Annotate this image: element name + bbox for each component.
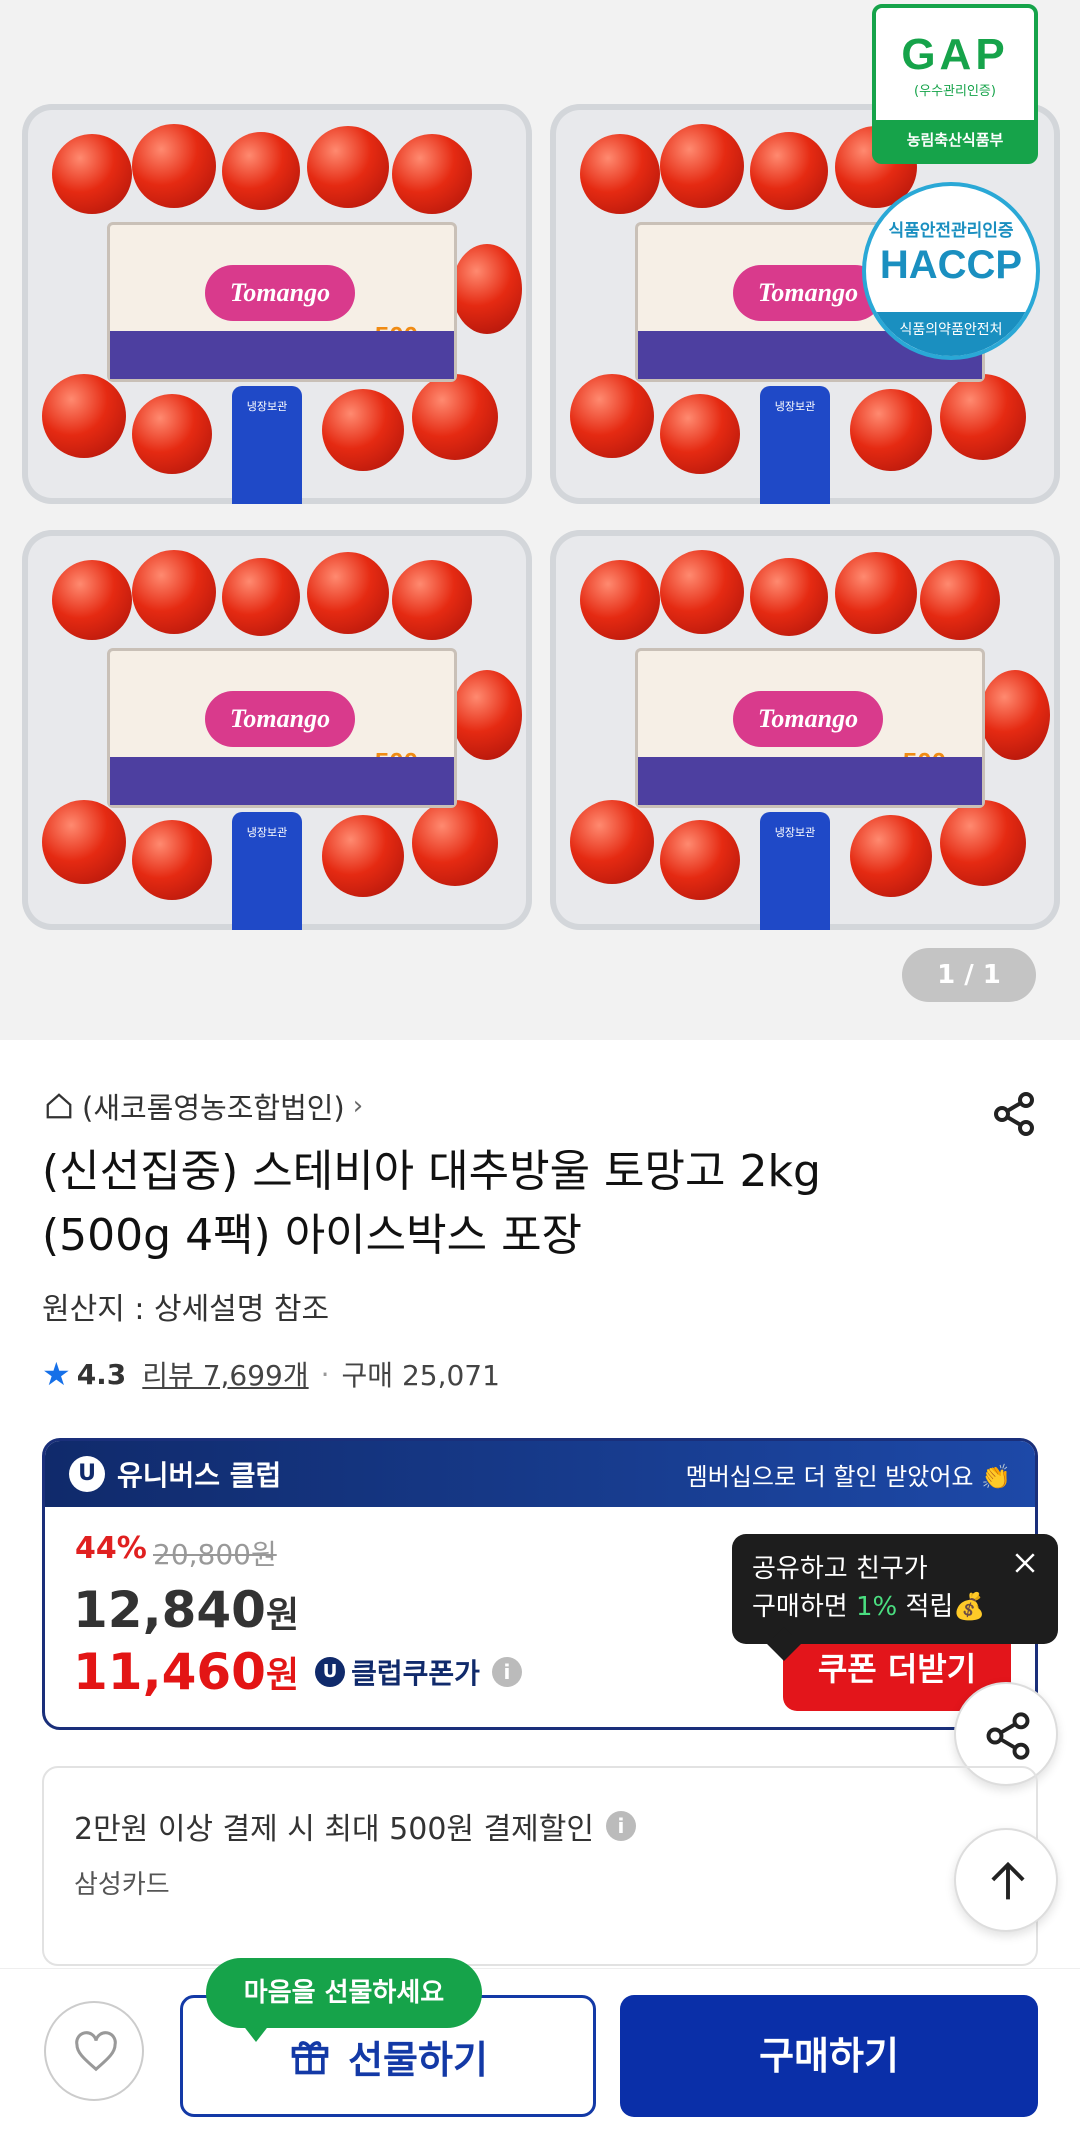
close-icon[interactable] [1010,1548,1040,1578]
gap-certification-badge: GAP (우수관리인증) 농림축산식품부 [872,4,1038,164]
gift-icon [291,2041,329,2075]
product-image-gallery[interactable]: Tomango500g 냉장보관 Tomango500g 냉장보관 Tomang… [0,0,1080,1040]
discount-rate: 44% [75,1531,147,1566]
rating-row: ★ 4.3 리뷰 7,699개 · 구매 25,071 [42,1354,500,1394]
gift-promo-bubble: 마음을 선물하세요 [206,1958,482,2042]
club-message: 멤버십으로 더 할인 받았어요 👏 [685,1462,1011,1491]
share-icon[interactable] [990,1090,1038,1138]
wishlist-button[interactable] [44,2001,144,2101]
club-header: U 유니버스 클럽 멤버십으로 더 할인 받았어요 👏 [45,1441,1035,1507]
separator-dot: · [320,1357,330,1391]
product-image-pack-4: Tomango500g 냉장보관 [550,530,1060,930]
heart-icon [75,2031,117,2072]
payment-discount-title: 2만원 이상 결제 시 최대 500원 결제할인 i [74,1804,636,1848]
info-icon[interactable]: i [491,1657,522,1687]
rating-score: 4.3 [76,1357,127,1391]
coupon-price-label: 클럽쿠폰가 [351,1657,480,1690]
universe-club-icon: U [69,1456,105,1492]
seller-link[interactable]: (새코롬영농조합법인) › [44,1086,363,1126]
payment-discount-card[interactable]: 2만원 이상 결제 시 최대 500원 결제할인i 삼성카드 › [42,1766,1038,1966]
bottom-action-bar: 선물하기 구매하기 [0,1968,1080,2142]
scroll-top-button[interactable] [954,1828,1058,1932]
buy-button[interactable]: 구매하기 [620,1995,1038,2117]
payment-card-name: 삼성카드 [74,1870,170,1900]
club-name: 유니버스 클럽 [117,1459,282,1492]
club-icon: U [315,1657,346,1687]
star-icon: ★ [42,1355,71,1393]
info-icon[interactable]: i [605,1811,636,1841]
review-link[interactable]: 리뷰 7,699개 [142,1354,308,1394]
gift-button-label: 선물하기 [348,2037,488,2082]
haccp-certification-badge: 식품안전관리인증 HACCP 식품의약품안전처 [862,182,1040,360]
product-image-pack-3: Tomango500g 냉장보관 [22,530,532,930]
product-origin: 원산지 : 상세설명 참조 [42,1292,330,1327]
image-counter: 1 / 1 [902,948,1036,1002]
share-icon [986,1712,1030,1760]
purchase-count: 구매 25,071 [341,1359,500,1392]
tooltip-line-1: 공유하고 친구가 [752,1554,928,1584]
tooltip-line-2: 구매하면 1% 적립💰 [752,1592,986,1622]
original-price: 20,800원 [153,1538,277,1571]
product-title: (신선집중) 스테비아 대추방울 토망고 2kg (500g 4팩) 아이스박스… [42,1146,821,1261]
club-coupon-price: 11,460 원 U 클럽쿠폰가 i [73,1643,522,1701]
sale-price: 12,840원 [73,1581,300,1639]
arrow-up-icon [991,1861,1025,1900]
chevron-right-icon: › [352,1091,364,1121]
product-image-pack-1: Tomango500g 냉장보관 [22,104,532,504]
home-icon [46,1093,72,1119]
seller-name: (새코롬영농조합법인) [82,1091,345,1125]
share-reward-tooltip: 공유하고 친구가 구매하면 1% 적립💰 [732,1534,1058,1661]
